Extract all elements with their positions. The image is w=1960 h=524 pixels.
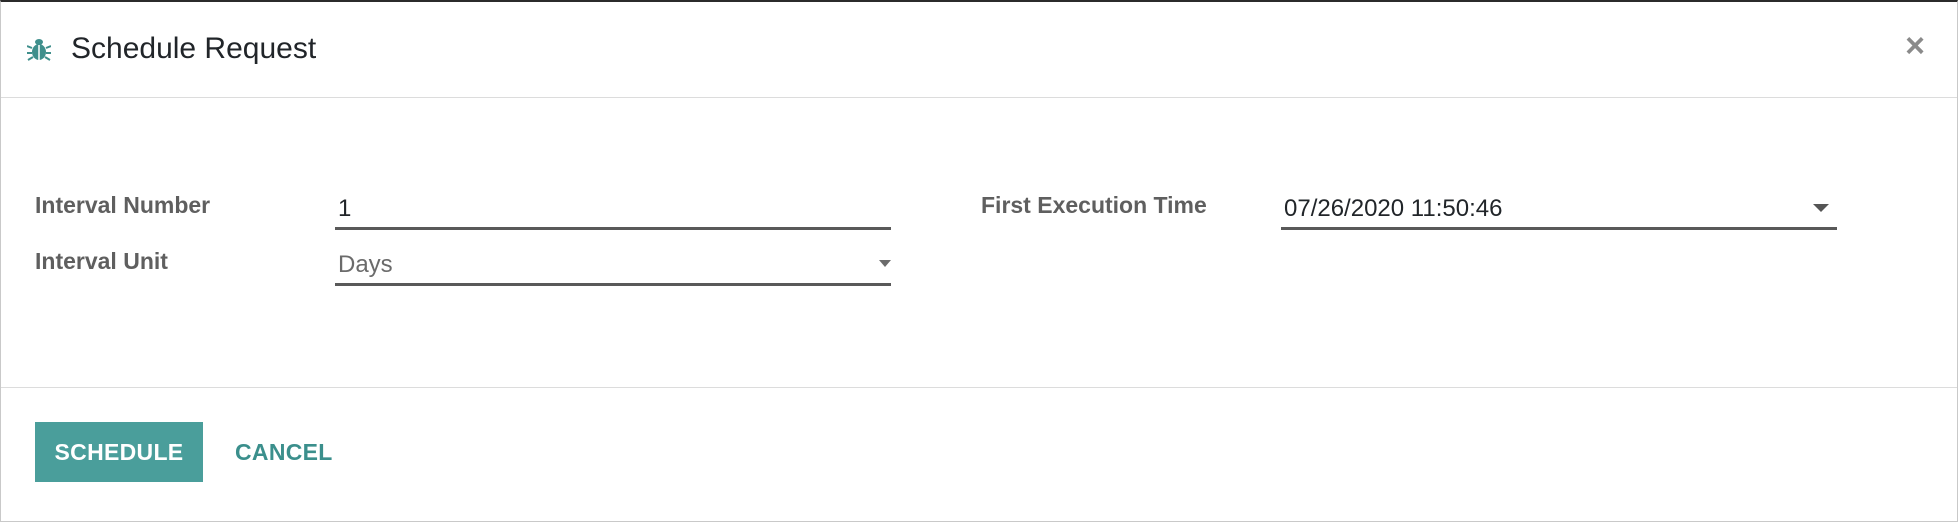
interval-number-input[interactable]: 1 <box>335 190 891 230</box>
close-icon[interactable]: × <box>1897 28 1933 64</box>
first-execution-time-label: First Execution Time <box>981 192 1207 218</box>
dialog-title: Schedule Request <box>71 32 317 65</box>
cancel-button[interactable]: CANCEL <box>229 422 339 482</box>
dialog-header: Schedule Request × <box>1 2 1957 98</box>
interval-unit-label: Interval Unit <box>35 248 168 274</box>
interval-unit-value: Days <box>338 251 393 278</box>
interval-number-label: Interval Number <box>35 192 211 218</box>
chevron-down-icon <box>879 260 891 267</box>
first-execution-time-input[interactable]: 07/26/2020 11:50:46 <box>1281 190 1837 230</box>
dialog-body: Interval Number 1 Interval Unit Days Fir… <box>1 98 1957 388</box>
first-execution-time-value: 07/26/2020 11:50:46 <box>1284 195 1503 222</box>
bug-icon <box>26 36 52 62</box>
interval-unit-select[interactable]: Days <box>335 246 891 286</box>
chevron-down-icon[interactable] <box>1813 204 1829 212</box>
interval-number-value: 1 <box>338 195 352 222</box>
schedule-button[interactable]: SCHEDULE <box>35 422 203 482</box>
schedule-request-dialog: Schedule Request × Interval Number 1 Int… <box>0 0 1958 522</box>
